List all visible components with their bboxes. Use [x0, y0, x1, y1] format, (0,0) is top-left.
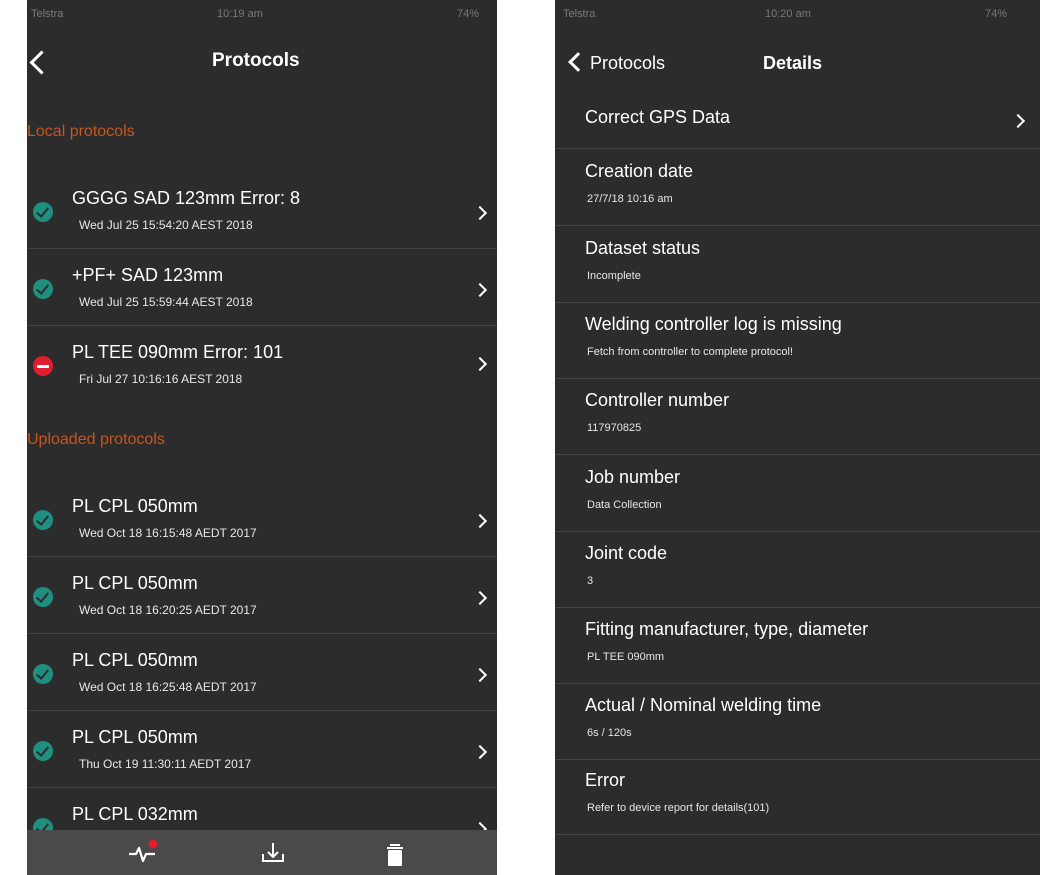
status-bar: Telstra 10:19 am 74% — [27, 0, 497, 30]
row-title: Welding controller log is missing — [585, 314, 842, 334]
row-title: Correct GPS Data — [585, 107, 731, 127]
trash-icon[interactable] — [375, 830, 415, 875]
detail-row: Joint code 3 — [555, 531, 1040, 608]
details-screen: Telstra 10:20 am 74% Protocols Details C… — [555, 0, 1040, 875]
chevron-right-icon — [472, 356, 488, 372]
list-item[interactable]: PL CPL 050mm Wed Oct 18 16:15:48 AEDT 20… — [27, 480, 497, 557]
protocol-name: PL CPL 050mm — [72, 573, 198, 593]
protocol-date: Wed Oct 18 16:25:48 AEDT 2017 — [79, 680, 257, 694]
section-local-protocols: Local protocols — [27, 123, 135, 140]
battery-label: 74% — [457, 8, 480, 20]
download-icon[interactable] — [253, 830, 293, 875]
protocol-name: GGGG SAD 123mm Error: 8 — [72, 188, 301, 208]
list-item[interactable]: GGGG SAD 123mm Error: 8 Wed Jul 25 15:54… — [27, 172, 497, 249]
protocol-name: +PF+ SAD 123mm — [72, 265, 224, 285]
row-title: Dataset status — [585, 238, 701, 258]
list-item[interactable]: +PF+ SAD 123mm Wed Jul 25 15:59:44 AEST … — [27, 249, 497, 326]
protocol-name: PL TEE 090mm Error: 101 — [72, 342, 284, 362]
protocol-name: PL CPL 050mm — [72, 496, 198, 516]
status-bar: Telstra 10:20 am 74% — [555, 0, 1040, 30]
row-title: Joint code — [585, 543, 668, 563]
battery-label: 74% — [985, 8, 1008, 20]
row-value: 6s / 120s — [587, 727, 632, 739]
page-title: Protocols — [212, 50, 300, 71]
page-title: Details — [763, 53, 823, 73]
detail-row: Welding controller log is missing Fetch … — [555, 302, 1040, 379]
check-circle-icon — [33, 741, 53, 761]
list-item[interactable]: PL CPL 050mm Wed Oct 18 16:20:25 AEDT 20… — [27, 557, 497, 634]
row-value: Refer to device report for details(101) — [587, 802, 770, 814]
protocol-date: Wed Jul 25 15:59:44 AEST 2018 — [79, 295, 253, 309]
chevron-left-icon — [568, 52, 588, 72]
protocol-date: Wed Oct 18 16:20:25 AEDT 2017 — [79, 603, 257, 617]
chevron-left-icon[interactable] — [29, 50, 54, 75]
check-circle-icon — [33, 510, 53, 530]
check-circle-icon — [33, 587, 53, 607]
protocol-name: PL CPL 050mm — [72, 650, 198, 670]
detail-row: Dataset status Incomplete — [555, 226, 1040, 303]
row-title: Controller number — [585, 390, 730, 410]
status-time: 10:20 am — [765, 8, 811, 20]
carrier-label: Telstra — [31, 8, 64, 20]
chevron-right-icon — [1010, 113, 1026, 129]
carrier-label: Telstra — [563, 8, 596, 20]
protocol-date: Wed Oct 18 16:15:48 AEDT 2017 — [79, 526, 257, 540]
protocol-date: Wed Jul 25 15:54:20 AEST 2018 — [79, 218, 253, 232]
row-title: Actual / Nominal welding time — [585, 695, 822, 715]
check-circle-icon — [33, 279, 53, 299]
chevron-right-icon — [472, 513, 488, 529]
row-title: Error — [585, 770, 625, 790]
row-value: PL TEE 090mm — [587, 651, 665, 663]
protocol-name: PL CPL 032mm — [72, 804, 198, 824]
detail-row: Fitting manufacturer, type, diameter PL … — [555, 607, 1040, 684]
protocol-date: Thu Oct 19 11:30:11 AEDT 2017 — [79, 757, 252, 771]
row-value: Data Collection — [587, 499, 662, 511]
back-label: Protocols — [590, 53, 666, 73]
list-item[interactable]: PL CPL 050mm Thu Oct 19 11:30:11 AEDT 20… — [27, 711, 497, 788]
detail-row: Actual / Nominal welding time 6s / 120s — [555, 683, 1040, 760]
check-circle-icon — [33, 664, 53, 684]
row-title: Fitting manufacturer, type, diameter — [585, 619, 869, 639]
section-uploaded-protocols: Uploaded protocols — [27, 431, 165, 448]
protocol-name: PL CPL 050mm — [72, 727, 198, 747]
back-button[interactable]: Protocols — [565, 50, 695, 80]
correct-gps-data-row[interactable]: Correct GPS Data — [555, 94, 1040, 149]
bottom-toolbar — [27, 830, 497, 875]
row-value: 117970825 — [587, 422, 642, 434]
row-value: Fetch from controller to complete protoc… — [587, 346, 794, 358]
row-title: Creation date — [585, 161, 694, 181]
chevron-right-icon — [472, 590, 488, 606]
row-value: 3 — [587, 575, 594, 587]
row-title: Job number — [585, 467, 681, 487]
detail-row: Job number Data Collection — [555, 455, 1040, 532]
chevron-right-icon — [472, 667, 488, 683]
chevron-right-icon — [472, 205, 488, 221]
protocols-screen: Telstra 10:19 am 74% Protocols Local pro… — [27, 0, 497, 875]
row-value: Incomplete — [587, 270, 641, 282]
detail-row: Error Refer to device report for details… — [555, 758, 1040, 835]
list-item[interactable]: PL CPL 050mm Wed Oct 18 16:25:48 AEDT 20… — [27, 634, 497, 711]
check-circle-icon — [33, 202, 53, 222]
row-value: 27/7/18 10:16 am — [587, 193, 673, 205]
detail-row: Creation date 27/7/18 10:16 am — [555, 149, 1040, 226]
chevron-right-icon — [472, 282, 488, 298]
status-time: 10:19 am — [217, 8, 263, 20]
protocol-date: Fri Jul 27 10:16:16 AEST 2018 — [79, 372, 243, 386]
error-circle-icon — [33, 356, 53, 376]
chevron-right-icon — [472, 744, 488, 760]
list-item[interactable]: PL TEE 090mm Error: 101 Fri Jul 27 10:16… — [27, 326, 497, 402]
detail-row: Controller number 117970825 — [555, 378, 1040, 455]
pulse-icon[interactable] — [122, 830, 162, 875]
